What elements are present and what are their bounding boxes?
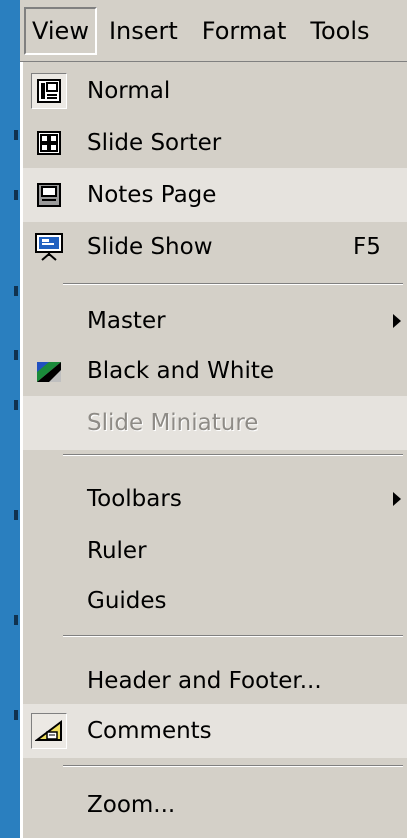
submenu-arrow-icon bbox=[393, 314, 401, 328]
menu-item-slide-sorter-label: Slide Sorter bbox=[87, 130, 222, 156]
menu-item-comments[interactable]: Comments bbox=[23, 704, 407, 758]
menu-item-toolbars-label: Toolbars bbox=[87, 486, 182, 512]
black-and-white-icon bbox=[31, 353, 67, 389]
normal-view-icon bbox=[31, 73, 67, 109]
ruler-tick bbox=[14, 615, 18, 625]
menu-item-guides[interactable]: Guides bbox=[23, 574, 407, 628]
menu-item-master[interactable]: Master bbox=[23, 294, 407, 348]
menu-item-slide-miniature-label: Slide Miniature bbox=[87, 410, 259, 436]
slide-show-shortcut: F5 bbox=[353, 234, 381, 260]
menu-tools-label: Tools bbox=[310, 16, 370, 45]
ruler-tick bbox=[14, 510, 18, 520]
menu-item-black-and-white-label: Black and White bbox=[87, 358, 274, 384]
menu-item-notes-page-label: Notes Page bbox=[87, 182, 217, 208]
slide-show-icon bbox=[31, 229, 67, 265]
menu-item-ruler[interactable]: Ruler bbox=[23, 524, 407, 578]
menu-separator bbox=[63, 283, 403, 285]
menu-item-slide-sorter[interactable]: Slide Sorter bbox=[23, 116, 407, 170]
menu-item-master-label: Master bbox=[87, 308, 166, 334]
menu-format[interactable]: Format bbox=[190, 0, 299, 62]
menu-bar: View Insert Format Tools bbox=[20, 0, 407, 62]
menu-view[interactable]: View bbox=[24, 6, 97, 55]
menu-item-ruler-label: Ruler bbox=[87, 538, 147, 564]
menu-item-zoom[interactable]: Zoom... bbox=[23, 778, 407, 832]
menu-separator bbox=[63, 454, 403, 456]
menu-separator bbox=[63, 765, 403, 767]
menu-item-slide-show-label: Slide Show bbox=[87, 234, 213, 260]
menu-format-label: Format bbox=[201, 16, 287, 45]
menu-item-header-and-footer[interactable]: Header and Footer... bbox=[23, 654, 407, 708]
desktop-background: View Insert Format Tools Normal Slide So… bbox=[0, 0, 407, 838]
menu-item-notes-page[interactable]: Notes Page bbox=[23, 168, 407, 222]
menu-item-zoom-label: Zoom... bbox=[87, 792, 176, 818]
comments-icon bbox=[31, 713, 67, 749]
menu-item-slide-show[interactable]: Slide Show F5 bbox=[23, 220, 407, 274]
menu-item-comments-label: Comments bbox=[87, 718, 212, 744]
menu-item-black-and-white[interactable]: Black and White bbox=[23, 344, 407, 398]
menu-view-label: View bbox=[32, 16, 89, 45]
menu-item-normal-label: Normal bbox=[87, 78, 171, 104]
menu-insert[interactable]: Insert bbox=[97, 0, 190, 62]
menu-tools[interactable]: Tools bbox=[298, 0, 369, 62]
menu-separator bbox=[63, 635, 403, 637]
slide-sorter-icon bbox=[31, 125, 67, 161]
menu-item-header-and-footer-label: Header and Footer... bbox=[87, 668, 322, 694]
menu-item-slide-miniature: Slide Miniature bbox=[23, 396, 407, 450]
menu-item-normal[interactable]: Normal bbox=[23, 64, 407, 118]
ruler-tick bbox=[14, 190, 18, 200]
ruler-tick bbox=[14, 400, 18, 410]
ruler-tick bbox=[14, 350, 18, 360]
menu-item-guides-label: Guides bbox=[87, 588, 167, 614]
submenu-arrow-icon bbox=[393, 492, 401, 506]
ruler-tick bbox=[14, 710, 18, 720]
view-dropdown-menu: Normal Slide Sorter Notes Page Slide Sho… bbox=[20, 62, 407, 838]
menu-insert-label: Insert bbox=[108, 16, 178, 45]
ruler-tick bbox=[14, 286, 18, 296]
ruler-tick bbox=[14, 130, 18, 140]
notes-page-icon bbox=[31, 177, 67, 213]
menu-item-toolbars[interactable]: Toolbars bbox=[23, 472, 407, 526]
